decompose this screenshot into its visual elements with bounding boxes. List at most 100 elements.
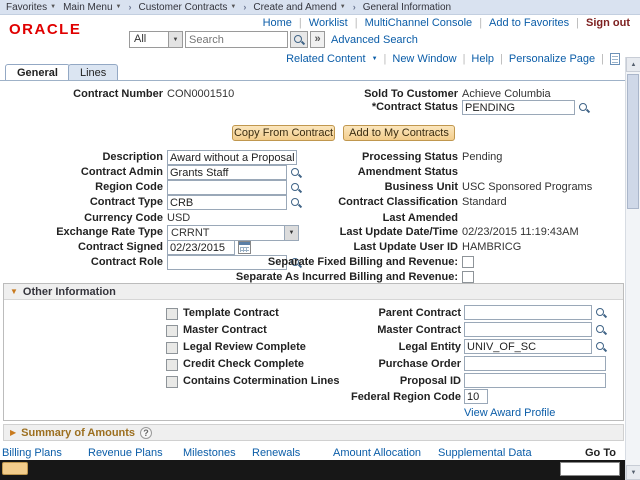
parent-contract-input[interactable] bbox=[464, 305, 592, 320]
template-contract-checkbox[interactable] bbox=[166, 308, 178, 320]
breadcrumb-general-information-label: General Information bbox=[363, 2, 451, 13]
breadcrumb-separator-icon: › bbox=[353, 2, 356, 12]
amount-allocation-link[interactable]: Amount Allocation bbox=[333, 447, 421, 459]
breadcrumb-general-information[interactable]: General Information bbox=[363, 2, 451, 13]
last-update-datetime-label: Last Update Date/Time bbox=[215, 225, 458, 240]
home-link[interactable]: Home bbox=[263, 17, 292, 29]
scroll-up-icon[interactable]: ▲ bbox=[626, 57, 640, 72]
separate-incurred-billing-checkbox[interactable] bbox=[462, 271, 474, 283]
add-to-my-contracts-button[interactable]: Add to My Contracts bbox=[343, 125, 455, 141]
toolbar-button-partial[interactable] bbox=[2, 462, 28, 475]
worklist-link[interactable]: Worklist bbox=[309, 17, 348, 29]
search-input[interactable] bbox=[185, 31, 288, 48]
federal-region-code-input[interactable] bbox=[464, 389, 488, 404]
breadcrumb-create-and-amend-label: Create and Amend bbox=[253, 2, 336, 13]
oracle-logo: ORACLE bbox=[9, 21, 81, 38]
billing-plans-link[interactable]: Billing Plans bbox=[2, 447, 62, 459]
contract-admin-label: Contract Admin bbox=[0, 165, 163, 180]
scroll-down-icon[interactable]: ▼ bbox=[626, 465, 640, 480]
credit-check-complete-checkbox[interactable] bbox=[166, 359, 178, 371]
contract-type-row: Contract Type Contract Classification St… bbox=[0, 195, 624, 211]
summary-of-amounts-header[interactable]: ▶ Summary of Amounts ? bbox=[3, 424, 624, 441]
expand-arrow-icon[interactable]: ▶ bbox=[10, 428, 16, 437]
tab-divider bbox=[0, 80, 625, 81]
breadcrumb-main-menu[interactable]: Main Menu ▼ bbox=[63, 2, 121, 13]
lookup-icon[interactable] bbox=[595, 323, 608, 337]
add-to-favorites-link[interactable]: Add to Favorites bbox=[489, 17, 569, 29]
search-button[interactable] bbox=[290, 31, 308, 48]
breadcrumb-main-menu-label: Main Menu bbox=[63, 2, 112, 13]
related-content-link[interactable]: Related Content bbox=[286, 53, 366, 65]
contract-status-input[interactable] bbox=[462, 100, 575, 115]
search-icon bbox=[293, 33, 306, 47]
chevron-down-icon: ▼ bbox=[230, 4, 236, 10]
help-icon[interactable]: ? bbox=[140, 427, 152, 439]
advanced-search-link[interactable]: Advanced Search bbox=[331, 34, 418, 46]
breadcrumb-customer-contracts[interactable]: Customer Contracts ▼ bbox=[139, 2, 237, 13]
breadcrumb-favorites[interactable]: Favorites ▼ bbox=[6, 2, 56, 13]
lookup-icon[interactable] bbox=[595, 306, 608, 320]
last-update-user-value: HAMBRICG bbox=[462, 240, 521, 255]
legal-entity-input[interactable] bbox=[464, 339, 592, 354]
multichannel-console-link[interactable]: MultiChannel Console bbox=[365, 17, 473, 29]
divider: | bbox=[299, 17, 302, 29]
breadcrumb-customer-contracts-label: Customer Contracts bbox=[139, 2, 228, 13]
other-information-header[interactable]: ▼ Other Information bbox=[4, 284, 623, 300]
contract-status-row: *Contract Status bbox=[0, 100, 624, 116]
lookup-icon[interactable] bbox=[595, 340, 608, 354]
amendment-status-label: Amendment Status bbox=[215, 165, 458, 180]
master-contract-label: Master Contract bbox=[254, 323, 461, 338]
contract-role-row: Contract Role Separate Fixed Billing and… bbox=[0, 255, 624, 271]
collapse-arrow-icon[interactable]: ▼ bbox=[10, 287, 18, 296]
tab-lines[interactable]: Lines bbox=[68, 64, 118, 81]
renewals-link[interactable]: Renewals bbox=[252, 447, 300, 459]
parent-contract-label: Parent Contract bbox=[254, 306, 461, 321]
tab-general[interactable]: General bbox=[5, 64, 70, 81]
processing-status-label: Processing Status bbox=[215, 150, 458, 165]
vertical-scrollbar[interactable]: ▲ ▼ bbox=[625, 57, 640, 480]
description-label: Description bbox=[0, 150, 163, 165]
chevron-down-icon: ▼ bbox=[50, 4, 56, 10]
breadcrumb-separator-icon: › bbox=[243, 2, 246, 12]
master-contract-checkbox[interactable] bbox=[166, 325, 178, 337]
legal-entity-label: Legal Entity bbox=[254, 340, 461, 355]
last-update-user-label: Last Update User ID bbox=[215, 240, 458, 255]
page-icon[interactable] bbox=[610, 53, 620, 65]
personalize-page-link[interactable]: Personalize Page bbox=[509, 53, 595, 65]
breadcrumb-create-and-amend[interactable]: Create and Amend ▼ bbox=[253, 2, 345, 13]
page-action-bar: Related Content ▼ | New Window | Help | … bbox=[286, 53, 620, 65]
contains-cotermination-lines-checkbox[interactable] bbox=[166, 376, 178, 388]
chevron-down-icon: ▼ bbox=[340, 4, 346, 10]
help-link[interactable]: Help bbox=[471, 53, 494, 65]
legal-review-complete-checkbox[interactable] bbox=[166, 342, 178, 354]
processing-status-value: Pending bbox=[462, 150, 502, 165]
contract-signed-row: Contract Signed Last Update User ID HAMB… bbox=[0, 240, 624, 256]
revenue-plans-link[interactable]: Revenue Plans bbox=[88, 447, 163, 459]
milestones-link[interactable]: Milestones bbox=[183, 447, 236, 459]
view-award-profile-link[interactable]: View Award Profile bbox=[464, 406, 555, 421]
federal-region-code-label: Federal Region Code bbox=[254, 390, 461, 405]
master-contract-input[interactable] bbox=[464, 322, 592, 337]
supplemental-data-link[interactable]: Supplemental Data bbox=[438, 447, 532, 459]
chevron-down-icon: ▼ bbox=[372, 56, 378, 62]
new-window-link[interactable]: New Window bbox=[392, 53, 456, 65]
search-scope-value: All bbox=[130, 32, 168, 47]
proposal-id-label: Proposal ID bbox=[254, 374, 461, 389]
search-scope-select[interactable]: All ▼ bbox=[129, 31, 183, 48]
scrollbar-thumb[interactable] bbox=[627, 74, 639, 209]
breadcrumb: Favorites ▼ Main Menu ▼ › Customer Contr… bbox=[0, 0, 640, 15]
goto-dropdown-partial[interactable] bbox=[560, 462, 620, 476]
sign-out-link[interactable]: Sign out bbox=[586, 17, 630, 29]
purchase-order-input[interactable] bbox=[464, 356, 606, 371]
chevron-down-icon[interactable]: ▼ bbox=[168, 32, 182, 47]
last-update-datetime-value: 02/23/2015 11:19:43AM bbox=[462, 225, 579, 240]
proposal-id-input[interactable] bbox=[464, 373, 606, 388]
lookup-icon[interactable] bbox=[578, 101, 591, 115]
search-more-button[interactable]: » bbox=[310, 31, 325, 48]
contract-classification-label: Contract Classification bbox=[215, 195, 458, 210]
other-information-title: Other Information bbox=[23, 286, 116, 298]
summary-of-amounts-title: Summary of Amounts bbox=[21, 427, 135, 439]
separate-fixed-billing-checkbox[interactable] bbox=[462, 256, 474, 268]
purchase-order-label: Purchase Order bbox=[254, 357, 461, 372]
copy-from-contract-button[interactable]: Copy From Contract bbox=[232, 125, 335, 141]
